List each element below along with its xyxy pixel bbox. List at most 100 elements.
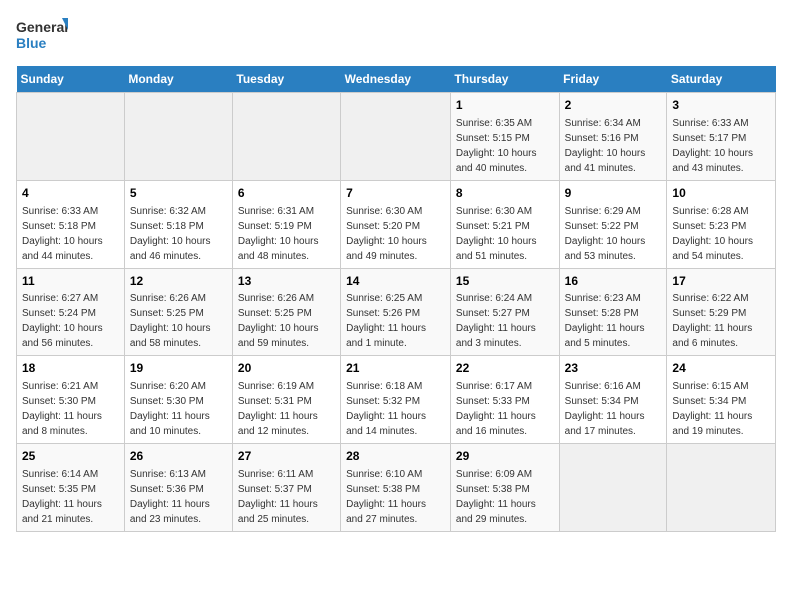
cell-daylight: Daylight: 10 hours and 48 minutes.	[238, 236, 319, 262]
cell-sunrise: Sunrise: 6:26 AM	[238, 293, 314, 304]
day-number: 27	[238, 448, 335, 465]
cell-sunset: Sunset: 5:37 PM	[238, 484, 312, 495]
cell-sunset: Sunset: 5:25 PM	[238, 308, 312, 319]
cell-sunset: Sunset: 5:23 PM	[672, 221, 746, 232]
cell-daylight: Daylight: 11 hours and 29 minutes.	[456, 499, 536, 525]
cell-sunrise: Sunrise: 6:29 AM	[565, 206, 641, 217]
calendar-cell	[667, 444, 776, 532]
day-number: 4	[22, 185, 119, 202]
calendar-cell: 14 Sunrise: 6:25 AM Sunset: 5:26 PM Dayl…	[341, 268, 451, 356]
cell-daylight: Daylight: 11 hours and 25 minutes.	[238, 499, 318, 525]
calendar-cell: 25 Sunrise: 6:14 AM Sunset: 5:35 PM Dayl…	[17, 444, 125, 532]
cell-sunrise: Sunrise: 6:18 AM	[346, 381, 422, 392]
cell-sunset: Sunset: 5:34 PM	[672, 396, 746, 407]
day-number: 15	[456, 273, 554, 290]
cell-daylight: Daylight: 10 hours and 51 minutes.	[456, 236, 537, 262]
calendar-cell	[341, 93, 451, 181]
cell-sunset: Sunset: 5:30 PM	[22, 396, 96, 407]
cell-sunset: Sunset: 5:21 PM	[456, 221, 530, 232]
cell-daylight: Daylight: 11 hours and 3 minutes.	[456, 323, 536, 349]
day-number: 12	[130, 273, 227, 290]
calendar-cell: 22 Sunrise: 6:17 AM Sunset: 5:33 PM Dayl…	[450, 356, 559, 444]
cell-sunset: Sunset: 5:16 PM	[565, 133, 639, 144]
day-number: 11	[22, 273, 119, 290]
cell-sunrise: Sunrise: 6:14 AM	[22, 469, 98, 480]
cell-sunset: Sunset: 5:25 PM	[130, 308, 204, 319]
cell-sunrise: Sunrise: 6:28 AM	[672, 206, 748, 217]
day-header-friday: Friday	[559, 66, 667, 93]
cell-sunset: Sunset: 5:18 PM	[130, 221, 204, 232]
cell-sunset: Sunset: 5:17 PM	[672, 133, 746, 144]
cell-sunrise: Sunrise: 6:17 AM	[456, 381, 532, 392]
day-number: 18	[22, 360, 119, 377]
week-row-1: 1 Sunrise: 6:35 AM Sunset: 5:15 PM Dayli…	[17, 93, 776, 181]
cell-sunrise: Sunrise: 6:24 AM	[456, 293, 532, 304]
cell-sunrise: Sunrise: 6:33 AM	[22, 206, 98, 217]
day-number: 3	[672, 97, 770, 114]
calendar-cell: 26 Sunrise: 6:13 AM Sunset: 5:36 PM Dayl…	[124, 444, 232, 532]
calendar-cell: 3 Sunrise: 6:33 AM Sunset: 5:17 PM Dayli…	[667, 93, 776, 181]
day-number: 14	[346, 273, 445, 290]
cell-daylight: Daylight: 10 hours and 56 minutes.	[22, 323, 103, 349]
day-number: 10	[672, 185, 770, 202]
cell-sunset: Sunset: 5:35 PM	[22, 484, 96, 495]
calendar-cell: 19 Sunrise: 6:20 AM Sunset: 5:30 PM Dayl…	[124, 356, 232, 444]
cell-sunset: Sunset: 5:29 PM	[672, 308, 746, 319]
cell-sunset: Sunset: 5:33 PM	[456, 396, 530, 407]
day-number: 29	[456, 448, 554, 465]
cell-sunset: Sunset: 5:24 PM	[22, 308, 96, 319]
cell-sunrise: Sunrise: 6:31 AM	[238, 206, 314, 217]
calendar-cell: 1 Sunrise: 6:35 AM Sunset: 5:15 PM Dayli…	[450, 93, 559, 181]
cell-sunset: Sunset: 5:38 PM	[346, 484, 420, 495]
day-number: 8	[456, 185, 554, 202]
day-number: 24	[672, 360, 770, 377]
day-number: 25	[22, 448, 119, 465]
calendar-cell: 29 Sunrise: 6:09 AM Sunset: 5:38 PM Dayl…	[450, 444, 559, 532]
calendar-cell: 5 Sunrise: 6:32 AM Sunset: 5:18 PM Dayli…	[124, 180, 232, 268]
cell-daylight: Daylight: 10 hours and 41 minutes.	[565, 148, 646, 174]
day-header-tuesday: Tuesday	[232, 66, 340, 93]
calendar-cell: 24 Sunrise: 6:15 AM Sunset: 5:34 PM Dayl…	[667, 356, 776, 444]
cell-sunrise: Sunrise: 6:09 AM	[456, 469, 532, 480]
cell-daylight: Daylight: 10 hours and 53 minutes.	[565, 236, 646, 262]
cell-sunrise: Sunrise: 6:13 AM	[130, 469, 206, 480]
cell-sunset: Sunset: 5:31 PM	[238, 396, 312, 407]
cell-daylight: Daylight: 10 hours and 54 minutes.	[672, 236, 753, 262]
svg-text:Blue: Blue	[16, 35, 47, 51]
cell-daylight: Daylight: 11 hours and 19 minutes.	[672, 411, 752, 437]
cell-daylight: Daylight: 11 hours and 27 minutes.	[346, 499, 426, 525]
day-header-wednesday: Wednesday	[341, 66, 451, 93]
day-number: 13	[238, 273, 335, 290]
day-number: 9	[565, 185, 662, 202]
cell-sunrise: Sunrise: 6:27 AM	[22, 293, 98, 304]
calendar-cell: 15 Sunrise: 6:24 AM Sunset: 5:27 PM Dayl…	[450, 268, 559, 356]
cell-sunrise: Sunrise: 6:25 AM	[346, 293, 422, 304]
day-number: 17	[672, 273, 770, 290]
cell-sunrise: Sunrise: 6:26 AM	[130, 293, 206, 304]
cell-sunrise: Sunrise: 6:33 AM	[672, 118, 748, 129]
calendar-cell: 6 Sunrise: 6:31 AM Sunset: 5:19 PM Dayli…	[232, 180, 340, 268]
svg-text:General: General	[16, 19, 68, 35]
calendar-cell: 2 Sunrise: 6:34 AM Sunset: 5:16 PM Dayli…	[559, 93, 667, 181]
day-number: 5	[130, 185, 227, 202]
cell-daylight: Daylight: 10 hours and 46 minutes.	[130, 236, 211, 262]
cell-sunset: Sunset: 5:27 PM	[456, 308, 530, 319]
cell-daylight: Daylight: 10 hours and 40 minutes.	[456, 148, 537, 174]
cell-sunrise: Sunrise: 6:16 AM	[565, 381, 641, 392]
day-header-thursday: Thursday	[450, 66, 559, 93]
calendar-cell: 4 Sunrise: 6:33 AM Sunset: 5:18 PM Dayli…	[17, 180, 125, 268]
cell-daylight: Daylight: 11 hours and 17 minutes.	[565, 411, 645, 437]
day-number: 23	[565, 360, 662, 377]
cell-sunrise: Sunrise: 6:10 AM	[346, 469, 422, 480]
calendar-cell: 8 Sunrise: 6:30 AM Sunset: 5:21 PM Dayli…	[450, 180, 559, 268]
cell-daylight: Daylight: 11 hours and 16 minutes.	[456, 411, 536, 437]
day-number: 1	[456, 97, 554, 114]
calendar-cell: 7 Sunrise: 6:30 AM Sunset: 5:20 PM Dayli…	[341, 180, 451, 268]
calendar-cell: 20 Sunrise: 6:19 AM Sunset: 5:31 PM Dayl…	[232, 356, 340, 444]
calendar-cell: 13 Sunrise: 6:26 AM Sunset: 5:25 PM Dayl…	[232, 268, 340, 356]
week-row-5: 25 Sunrise: 6:14 AM Sunset: 5:35 PM Dayl…	[17, 444, 776, 532]
cell-sunrise: Sunrise: 6:30 AM	[346, 206, 422, 217]
logo-svg: General Blue	[16, 16, 68, 58]
cell-sunrise: Sunrise: 6:11 AM	[238, 469, 313, 480]
calendar-cell: 17 Sunrise: 6:22 AM Sunset: 5:29 PM Dayl…	[667, 268, 776, 356]
